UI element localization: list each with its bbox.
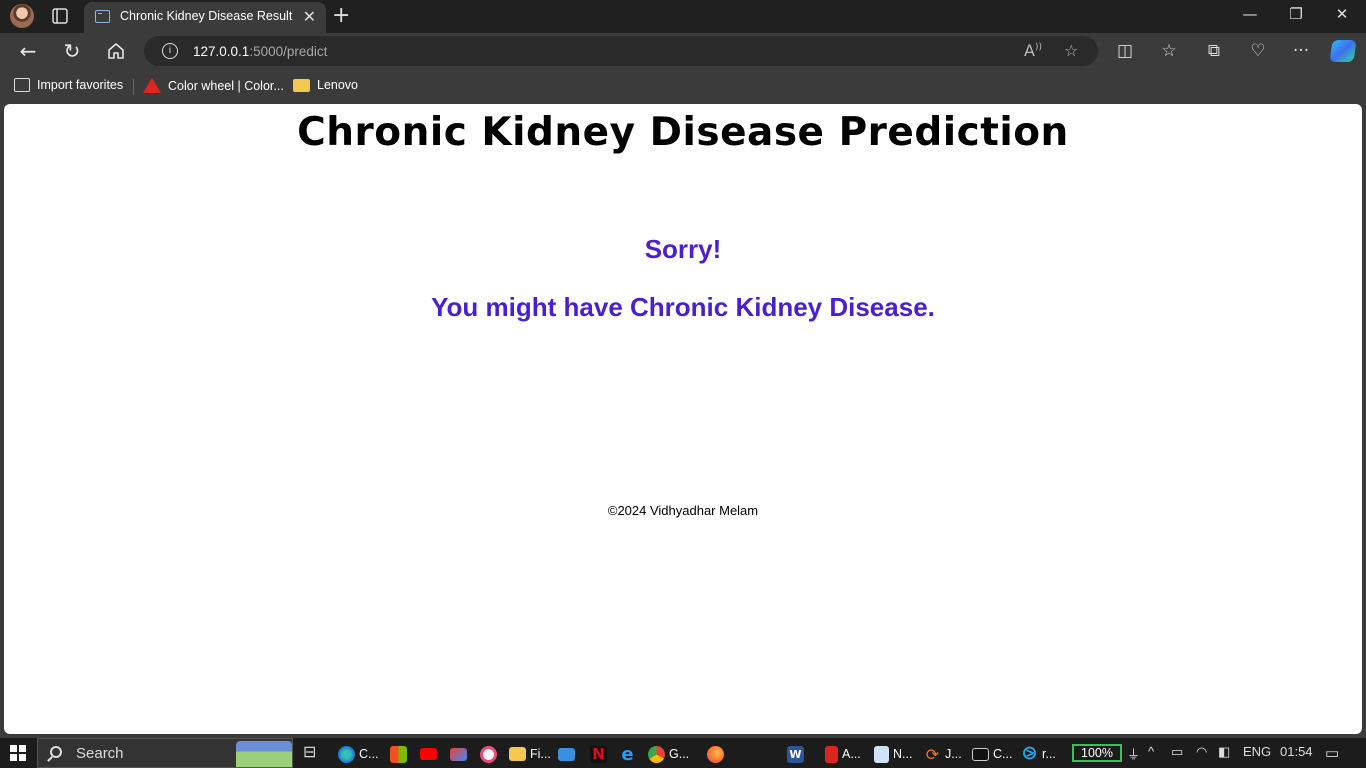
taskbar-app-jupyter[interactable]: ⟳ J...: [924, 743, 962, 765]
search-placeholder: Search: [76, 745, 124, 762]
taskbar-app-vscode[interactable]: ⧁ r...: [1021, 743, 1056, 765]
taskbar-app-file-explorer[interactable]: Fi...: [509, 743, 551, 765]
internet-explorer-icon: e: [621, 743, 634, 765]
favorites-bar: Import favorites Color wheel | Color... …: [0, 69, 1366, 103]
result-heading: Sorry!: [644, 234, 722, 264]
notepad-icon: [874, 745, 889, 763]
tab-actions-icon[interactable]: [50, 7, 70, 25]
chrome-icon: [648, 745, 665, 763]
minimize-icon[interactable]: —: [1240, 5, 1260, 23]
notifications-icon[interactable]: ▭: [1325, 744, 1339, 762]
clock-time[interactable]: 01:54: [1280, 744, 1313, 759]
new-tab-icon[interactable]: +: [332, 3, 350, 28]
jupyter-icon: ⟳: [925, 744, 940, 764]
volume-icon[interactable]: ◧: [1218, 744, 1230, 760]
close-window-icon[interactable]: ✕: [1332, 5, 1352, 23]
taskbar-app-netflix[interactable]: N: [590, 743, 607, 765]
profile-avatar[interactable]: [10, 4, 34, 28]
taskbar-app-chrome[interactable]: G...: [648, 743, 689, 765]
file-explorer-icon: [509, 747, 526, 761]
favorite-import[interactable]: Import favorites: [14, 78, 123, 92]
taskbar-app-acrobat[interactable]: A...: [825, 743, 861, 765]
title-bar: Chronic Kidney Disease Result ✕ + — ❐ ✕: [0, 0, 1366, 33]
browser-toolbar: ← ↻ i 127.0.0.1:5000/predict A)) ☆ ◫ ☆ ⧉…: [0, 33, 1366, 69]
taskbar-app-gmail[interactable]: [450, 743, 467, 765]
netflix-icon: N: [590, 745, 607, 763]
home-icon[interactable]: [104, 39, 128, 63]
show-hidden-icons[interactable]: ^: [1148, 744, 1154, 759]
import-icon: [14, 78, 30, 92]
windows-start-icon[interactable]: [10, 745, 26, 761]
remote-desktop-icon: [558, 747, 575, 761]
footer-copyright: ©2024 Vidhyadhar Melam: [607, 503, 759, 518]
gmail-icon: [450, 747, 467, 761]
refresh-icon[interactable]: ↻: [60, 39, 84, 63]
browser-essentials-icon[interactable]: ♡: [1247, 41, 1269, 61]
result-message: You might have Chronic Kidney Disease.: [431, 292, 935, 322]
taskbar-app-remote-desktop[interactable]: [558, 743, 575, 765]
firefox-icon: [707, 745, 724, 763]
site-info-icon[interactable]: i: [162, 43, 178, 59]
folder-icon: [293, 79, 310, 92]
taskbar-search[interactable]: Search: [37, 738, 293, 768]
battery-icon[interactable]: ▭: [1171, 744, 1183, 760]
collections-icon[interactable]: ⧉: [1203, 41, 1225, 61]
wifi-icon[interactable]: ◠: [1196, 744, 1207, 760]
web-page: Chronic Kidney Disease Prediction Sorry!…: [4, 104, 1362, 734]
acrobat-icon: [825, 745, 838, 763]
taskbar-app-firefox[interactable]: [707, 743, 724, 765]
word-icon: W: [787, 745, 804, 763]
power-plug-icon: ⏚: [1127, 747, 1141, 762]
tab-favicon-icon: [95, 10, 110, 23]
page-title: Chronic Kidney Disease Prediction: [297, 110, 1069, 155]
address-bar[interactable]: i 127.0.0.1:5000/predict A)) ☆: [144, 36, 1098, 66]
copilot-icon[interactable]: [1329, 40, 1357, 62]
taskbar-app-instagram[interactable]: [480, 743, 497, 765]
restore-icon[interactable]: ❐: [1286, 5, 1306, 23]
back-icon[interactable]: ←: [16, 39, 40, 63]
tab-active[interactable]: Chronic Kidney Disease Result ✕: [84, 2, 326, 33]
store-icon: [390, 745, 407, 763]
favorite-lenovo[interactable]: Lenovo: [293, 78, 358, 92]
taskbar-app-youtube[interactable]: [420, 743, 437, 765]
language-indicator[interactable]: ENG: [1243, 744, 1271, 759]
favorites-divider: [133, 79, 134, 95]
more-options-icon[interactable]: ···: [1290, 41, 1312, 61]
taskbar-app-cmd[interactable]: C...: [972, 743, 1012, 765]
read-aloud-icon[interactable]: A)): [1024, 41, 1042, 60]
taskbar-app-internet-explorer[interactable]: e: [619, 743, 636, 765]
taskbar: Search ⊟ C... Fi... N e G... W A... N...…: [0, 738, 1366, 768]
cmd-icon: [972, 747, 989, 761]
taskbar-app-edge[interactable]: C...: [338, 743, 378, 765]
taskbar-app-store[interactable]: [390, 743, 407, 765]
youtube-icon: [420, 748, 437, 760]
favorite-color-wheel[interactable]: Color wheel | Color...: [143, 78, 284, 93]
instagram-icon: [480, 745, 497, 763]
taskbar-app-notepad[interactable]: N...: [874, 743, 912, 765]
split-screen-icon[interactable]: ◫: [1114, 41, 1136, 61]
taskbar-app-word[interactable]: W: [787, 743, 804, 765]
tab-title: Chronic Kidney Disease Result: [120, 9, 293, 23]
task-view-icon[interactable]: ⊟: [303, 742, 316, 762]
battery-indicator[interactable]: 100%: [1072, 744, 1122, 762]
adobe-icon: [143, 78, 161, 93]
favorites-icon[interactable]: ☆: [1158, 41, 1180, 61]
search-highlight-image: [236, 741, 292, 767]
search-icon: [50, 746, 62, 758]
favorite-star-icon[interactable]: ☆: [1064, 41, 1078, 60]
url-text[interactable]: 127.0.0.1:5000/predict: [193, 44, 327, 59]
close-tab-icon[interactable]: ✕: [303, 7, 316, 26]
vscode-icon: ⧁: [1022, 743, 1037, 764]
edge-icon: [338, 745, 355, 763]
